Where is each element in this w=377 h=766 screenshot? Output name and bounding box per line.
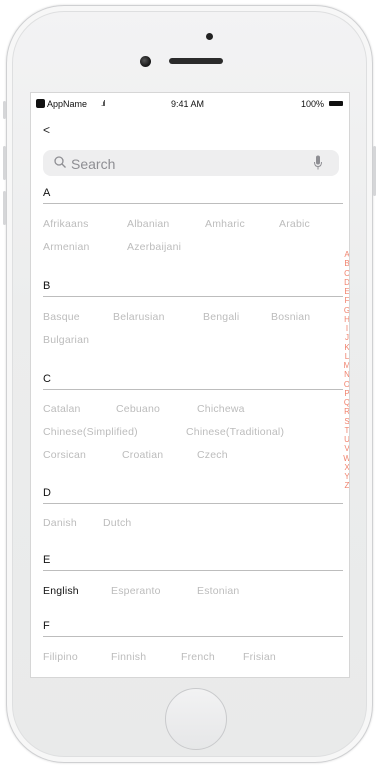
status-time: 9:41 AM bbox=[171, 99, 205, 109]
index-letter[interactable]: K bbox=[344, 343, 349, 352]
index-letter[interactable]: Z bbox=[345, 481, 349, 490]
section-header-a: A bbox=[43, 187, 51, 199]
language-item[interactable]: Catalan bbox=[43, 403, 81, 415]
app-logo-icon bbox=[36, 99, 45, 108]
side-button-mute bbox=[3, 101, 6, 119]
index-letter[interactable]: P bbox=[344, 389, 349, 398]
language-item[interactable]: Armenian bbox=[43, 241, 90, 253]
earpiece-speaker bbox=[169, 58, 223, 64]
language-item[interactable]: Bulgarian bbox=[43, 334, 89, 346]
status-bar: AppName .ıl 9:41 AM 100% bbox=[31, 93, 349, 115]
index-letter[interactable]: F bbox=[345, 296, 349, 305]
index-letter[interactable]: E bbox=[344, 287, 349, 296]
language-item[interactable]: Azerbaijani bbox=[127, 241, 181, 253]
language-item[interactable]: Croatian bbox=[122, 449, 163, 461]
side-button-power bbox=[373, 146, 376, 196]
section-header-e: E bbox=[43, 554, 51, 566]
index-letter[interactable]: J bbox=[345, 333, 349, 342]
index-letter[interactable]: D bbox=[344, 278, 349, 287]
section-divider bbox=[43, 203, 343, 204]
language-item[interactable]: Danish bbox=[43, 517, 77, 529]
language-item[interactable]: French bbox=[181, 651, 215, 663]
side-button-volume-up bbox=[3, 146, 6, 180]
index-letter[interactable]: U bbox=[344, 435, 349, 444]
section-header-f: F bbox=[43, 620, 50, 632]
index-letter[interactable]: N bbox=[344, 370, 349, 379]
section-divider bbox=[43, 636, 343, 637]
index-letter[interactable]: M bbox=[344, 361, 349, 370]
language-item[interactable]: Finnish bbox=[111, 651, 146, 663]
language-item[interactable]: Corsican bbox=[43, 449, 86, 461]
app-screen: AppName .ıl 9:41 AM 100% < A Afrikaans A… bbox=[30, 92, 350, 678]
language-item[interactable]: Chichewa bbox=[197, 403, 245, 415]
side-button-volume-down bbox=[3, 191, 6, 225]
section-divider bbox=[43, 296, 343, 297]
language-item[interactable]: Filipino bbox=[43, 651, 78, 663]
index-letter[interactable]: W bbox=[343, 454, 349, 463]
index-letter[interactable]: O bbox=[344, 380, 349, 389]
index-letter[interactable]: T bbox=[345, 426, 349, 435]
language-item-selected[interactable]: English bbox=[43, 585, 79, 597]
language-item[interactable]: Basque bbox=[43, 311, 80, 323]
index-letter[interactable]: Y bbox=[344, 472, 349, 481]
back-button[interactable]: < bbox=[43, 123, 50, 137]
search-icon bbox=[54, 156, 66, 168]
section-divider bbox=[43, 389, 343, 390]
index-letter[interactable]: H bbox=[344, 315, 349, 324]
proximity-sensor bbox=[206, 33, 213, 40]
battery-percent: 100% bbox=[300, 99, 324, 109]
index-letter[interactable]: I bbox=[346, 324, 348, 333]
index-letter[interactable]: X bbox=[344, 463, 349, 472]
section-divider bbox=[43, 503, 343, 504]
microphone-icon[interactable] bbox=[313, 155, 323, 171]
language-item[interactable]: Belarusian bbox=[113, 311, 165, 323]
index-letter[interactable]: S bbox=[344, 417, 349, 426]
language-item[interactable]: Cebuano bbox=[116, 403, 160, 415]
home-button[interactable] bbox=[165, 688, 227, 750]
language-item[interactable]: Frisian bbox=[243, 651, 276, 663]
index-letter[interactable]: C bbox=[344, 269, 349, 278]
signal-icon: .ıl bbox=[101, 99, 105, 108]
index-letter[interactable]: V bbox=[344, 444, 349, 453]
battery-icon bbox=[329, 101, 343, 106]
search-input[interactable] bbox=[69, 154, 293, 174]
language-item[interactable]: Afrikaans bbox=[43, 218, 89, 230]
carrier-name: AppName bbox=[47, 99, 88, 109]
index-letter[interactable]: L bbox=[345, 352, 349, 361]
section-header-d: D bbox=[43, 487, 51, 499]
language-item[interactable]: Chinese(Simplified) bbox=[43, 426, 138, 438]
index-letter[interactable]: A bbox=[344, 250, 349, 259]
index-letter[interactable]: B bbox=[344, 259, 349, 268]
index-letter[interactable]: G bbox=[344, 306, 349, 315]
index-letter[interactable]: R bbox=[344, 407, 349, 416]
alphabet-index[interactable]: A B C D E F G H I J K L M N O P Q R S T … bbox=[341, 250, 349, 491]
language-item[interactable]: Czech bbox=[197, 449, 228, 461]
language-item[interactable]: Arabic bbox=[279, 218, 310, 230]
language-item[interactable]: Dutch bbox=[103, 517, 131, 529]
language-item[interactable]: Bengali bbox=[203, 311, 239, 323]
language-item[interactable]: Chinese(Traditional) bbox=[186, 426, 284, 438]
front-camera bbox=[140, 56, 151, 67]
section-divider bbox=[43, 570, 343, 571]
index-letter[interactable]: Q bbox=[344, 398, 349, 407]
language-item[interactable]: Albanian bbox=[127, 218, 169, 230]
language-item[interactable]: Amharic bbox=[205, 218, 245, 230]
section-header-b: B bbox=[43, 280, 51, 292]
language-item[interactable]: Estonian bbox=[197, 585, 239, 597]
language-item[interactable]: Esperanto bbox=[111, 585, 161, 597]
section-header-c: C bbox=[43, 373, 51, 385]
language-item[interactable]: Bosnian bbox=[271, 311, 310, 323]
search-bar[interactable] bbox=[43, 150, 339, 176]
